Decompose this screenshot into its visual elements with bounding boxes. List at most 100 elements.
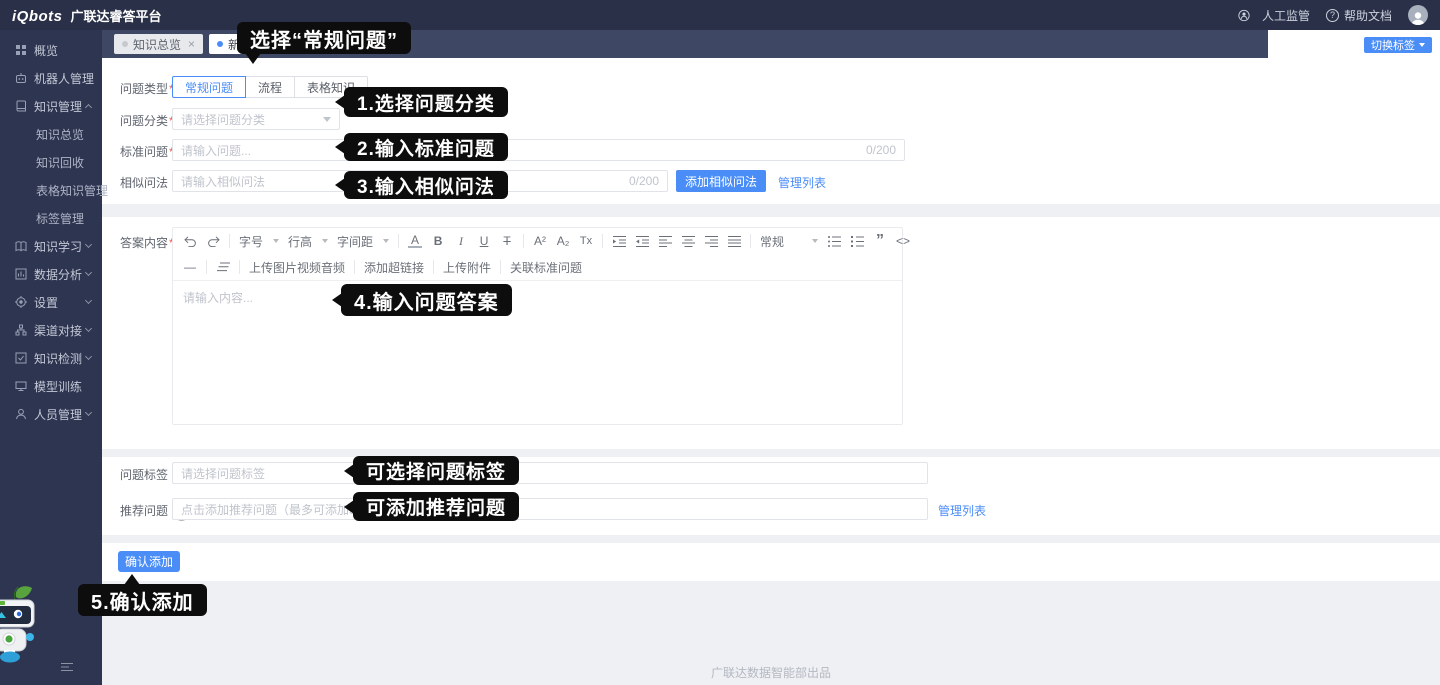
manage-recommend-list-link[interactable]: 管理列表 xyxy=(938,502,986,519)
chevron-down-icon xyxy=(323,117,331,122)
question-category-label: 问题分类* xyxy=(120,112,174,129)
header-actions: 人工监管 ? 帮助文档 xyxy=(1238,5,1428,25)
channel-icon xyxy=(15,324,27,336)
question-category-select[interactable]: 请选择问题分类 xyxy=(172,108,340,130)
recommend-question-input[interactable]: 点击添加推荐问题（最多可添加3个） xyxy=(172,498,928,520)
bold-icon[interactable]: B xyxy=(431,234,445,248)
personnel-icon xyxy=(15,408,27,420)
callout-step1-category: 1.选择问题分类 xyxy=(344,87,508,117)
chevron-down-icon xyxy=(85,297,92,304)
sidebar-subitem-tag-management[interactable]: 标签管理 xyxy=(0,204,102,232)
chevron-down-icon xyxy=(85,353,92,360)
settings-icon xyxy=(15,296,27,308)
sidebar-item-settings[interactable]: 设置 xyxy=(0,288,102,316)
tab-status-dot xyxy=(122,41,128,47)
code-icon[interactable]: <> xyxy=(896,234,910,248)
submit-section: 确认添加 xyxy=(102,543,1440,581)
callout-recommend-hint: 可添加推荐问题 xyxy=(353,492,519,521)
subscript-icon[interactable]: A₂ xyxy=(556,234,570,248)
sidebar-item-knowledge-management[interactable]: 知识管理 xyxy=(0,92,102,120)
user-avatar[interactable] xyxy=(1408,5,1428,25)
sidebar-item-knowledge-learning[interactable]: 知识学习 xyxy=(0,232,102,260)
sidebar-subitem-table-knowledge[interactable]: 表格知识管理 xyxy=(0,176,102,204)
callout-select-regular-question: 选择“常规问题” xyxy=(237,22,411,54)
sidebar-item-knowledge-detection[interactable]: 知识检测 xyxy=(0,344,102,372)
align-center-icon[interactable] xyxy=(681,236,695,247)
rich-text-editor: 字号 行高 字间距 A B I U T A² A₂ Tx xyxy=(172,227,903,425)
ordered-list-icon[interactable] xyxy=(850,236,864,247)
app-header: iQbots 广联达睿答平台 人工监管 ? 帮助文档 xyxy=(0,0,1440,30)
switch-tag-button[interactable]: 切换标签 xyxy=(1364,37,1432,53)
unordered-list-icon[interactable] xyxy=(827,236,841,247)
manual-supervision-link[interactable]: 人工监管 xyxy=(1238,7,1310,24)
person-icon xyxy=(1410,11,1426,25)
indent-icon[interactable] xyxy=(612,236,626,247)
upload-attachment-button[interactable]: 上传附件 xyxy=(443,259,491,276)
clear-format-icon[interactable]: Tx xyxy=(579,235,593,247)
tab-knowledge-overview[interactable]: 知识总览 × xyxy=(114,34,203,54)
sidebar-subitem-knowledge-overview[interactable]: 知识总览 xyxy=(0,120,102,148)
analytics-icon xyxy=(15,268,27,280)
app-title: 广联达睿答平台 xyxy=(71,6,162,25)
letter-spacing-dropdown[interactable]: 字间距 xyxy=(337,233,389,250)
close-icon[interactable]: × xyxy=(188,37,195,51)
standard-question-label: 标准问题* xyxy=(120,143,174,160)
sidebar-collapse-icon[interactable] xyxy=(60,659,74,677)
chevron-down-icon xyxy=(85,269,92,276)
answer-content-editarea[interactable]: 请输入内容... xyxy=(173,281,902,425)
font-color-icon[interactable]: A xyxy=(408,234,422,248)
similar-question-label: 相似问法 xyxy=(120,174,168,191)
blockquote-icon[interactable]: ” xyxy=(873,236,887,246)
callout-step5-confirm: 5.确认添加 xyxy=(78,584,207,616)
align-left-icon[interactable] xyxy=(658,236,672,247)
horizontal-rule-icon[interactable]: — xyxy=(183,260,197,274)
add-hyperlink-button[interactable]: 添加超链接 xyxy=(364,259,424,276)
paragraph-format-dropdown[interactable]: 常规 xyxy=(760,233,818,250)
question-basic-section: 问题类型* 常规问题 流程 表格知识 问题分类* 请选择问题分类 标准问题* 请… xyxy=(102,58,1440,204)
editor-toolbar-row-2: — 上传图片视频音频 添加超链接 上传附件 关联标准问题 xyxy=(173,254,902,280)
brand-area: iQbots 广联达睿答平台 xyxy=(12,6,162,25)
align-justify-icon[interactable] xyxy=(727,236,741,247)
strikethrough-icon[interactable]: T xyxy=(500,234,514,248)
font-size-dropdown[interactable]: 字号 xyxy=(239,233,279,250)
sidebar-item-data-analytics[interactable]: 数据分析 xyxy=(0,260,102,288)
outdent-icon[interactable] xyxy=(635,236,649,247)
link-standard-question-button[interactable]: 关联标准问题 xyxy=(510,259,582,276)
italic-icon[interactable]: I xyxy=(454,234,468,249)
sidebar-subitem-knowledge-recycle[interactable]: 知识回收 xyxy=(0,148,102,176)
standard-question-input[interactable]: 请输入问题... 0/200 xyxy=(172,139,905,161)
callout-step2-standard-question: 2.输入标准问题 xyxy=(344,133,508,161)
chevron-down-icon xyxy=(1419,43,1425,47)
chevron-up-icon xyxy=(85,104,92,111)
underline-icon[interactable]: U xyxy=(477,234,491,248)
robot-icon xyxy=(15,72,27,84)
align-right-icon[interactable] xyxy=(704,236,718,247)
line-height-dropdown[interactable]: 行高 xyxy=(288,233,328,250)
sidebar-item-overview[interactable]: 概览 xyxy=(0,36,102,64)
paragraph-spacing-icon[interactable] xyxy=(216,262,230,272)
detection-icon xyxy=(15,352,27,364)
editor-toolbar-row-1: 字号 行高 字间距 A B I U T A² A₂ Tx xyxy=(173,228,902,254)
char-counter: 0/200 xyxy=(629,174,659,188)
answer-section: 答案内容* 字号 行高 字间距 A B I U xyxy=(102,217,1440,449)
help-docs-link[interactable]: ? 帮助文档 xyxy=(1326,7,1392,24)
sidebar-item-personnel-management[interactable]: 人员管理 xyxy=(0,400,102,428)
redo-icon[interactable] xyxy=(206,236,220,247)
type-option-flow[interactable]: 流程 xyxy=(245,76,295,98)
type-option-regular[interactable]: 常规问题 xyxy=(172,76,246,98)
help-label: 帮助文档 xyxy=(1344,7,1392,24)
chevron-down-icon xyxy=(85,409,92,416)
sidebar-item-robot-management[interactable]: 机器人管理 xyxy=(0,64,102,92)
question-tags-select[interactable]: 请选择问题标签 xyxy=(172,462,928,484)
sidebar-item-channel-integration[interactable]: 渠道对接 xyxy=(0,316,102,344)
sidebar-item-model-training[interactable]: 模型训练 xyxy=(0,372,102,400)
learning-icon xyxy=(15,240,27,252)
superscript-icon[interactable]: A² xyxy=(533,234,547,248)
upload-media-button[interactable]: 上传图片视频音频 xyxy=(249,259,345,276)
undo-icon[interactable] xyxy=(183,236,197,247)
footer-credit: 广联达数据智能部出品 xyxy=(102,664,1440,681)
knowledge-icon xyxy=(15,100,27,112)
confirm-add-button[interactable]: 确认添加 xyxy=(118,551,180,572)
add-similar-question-button[interactable]: 添加相似问法 xyxy=(676,170,766,192)
manage-similar-list-link[interactable]: 管理列表 xyxy=(778,174,826,191)
